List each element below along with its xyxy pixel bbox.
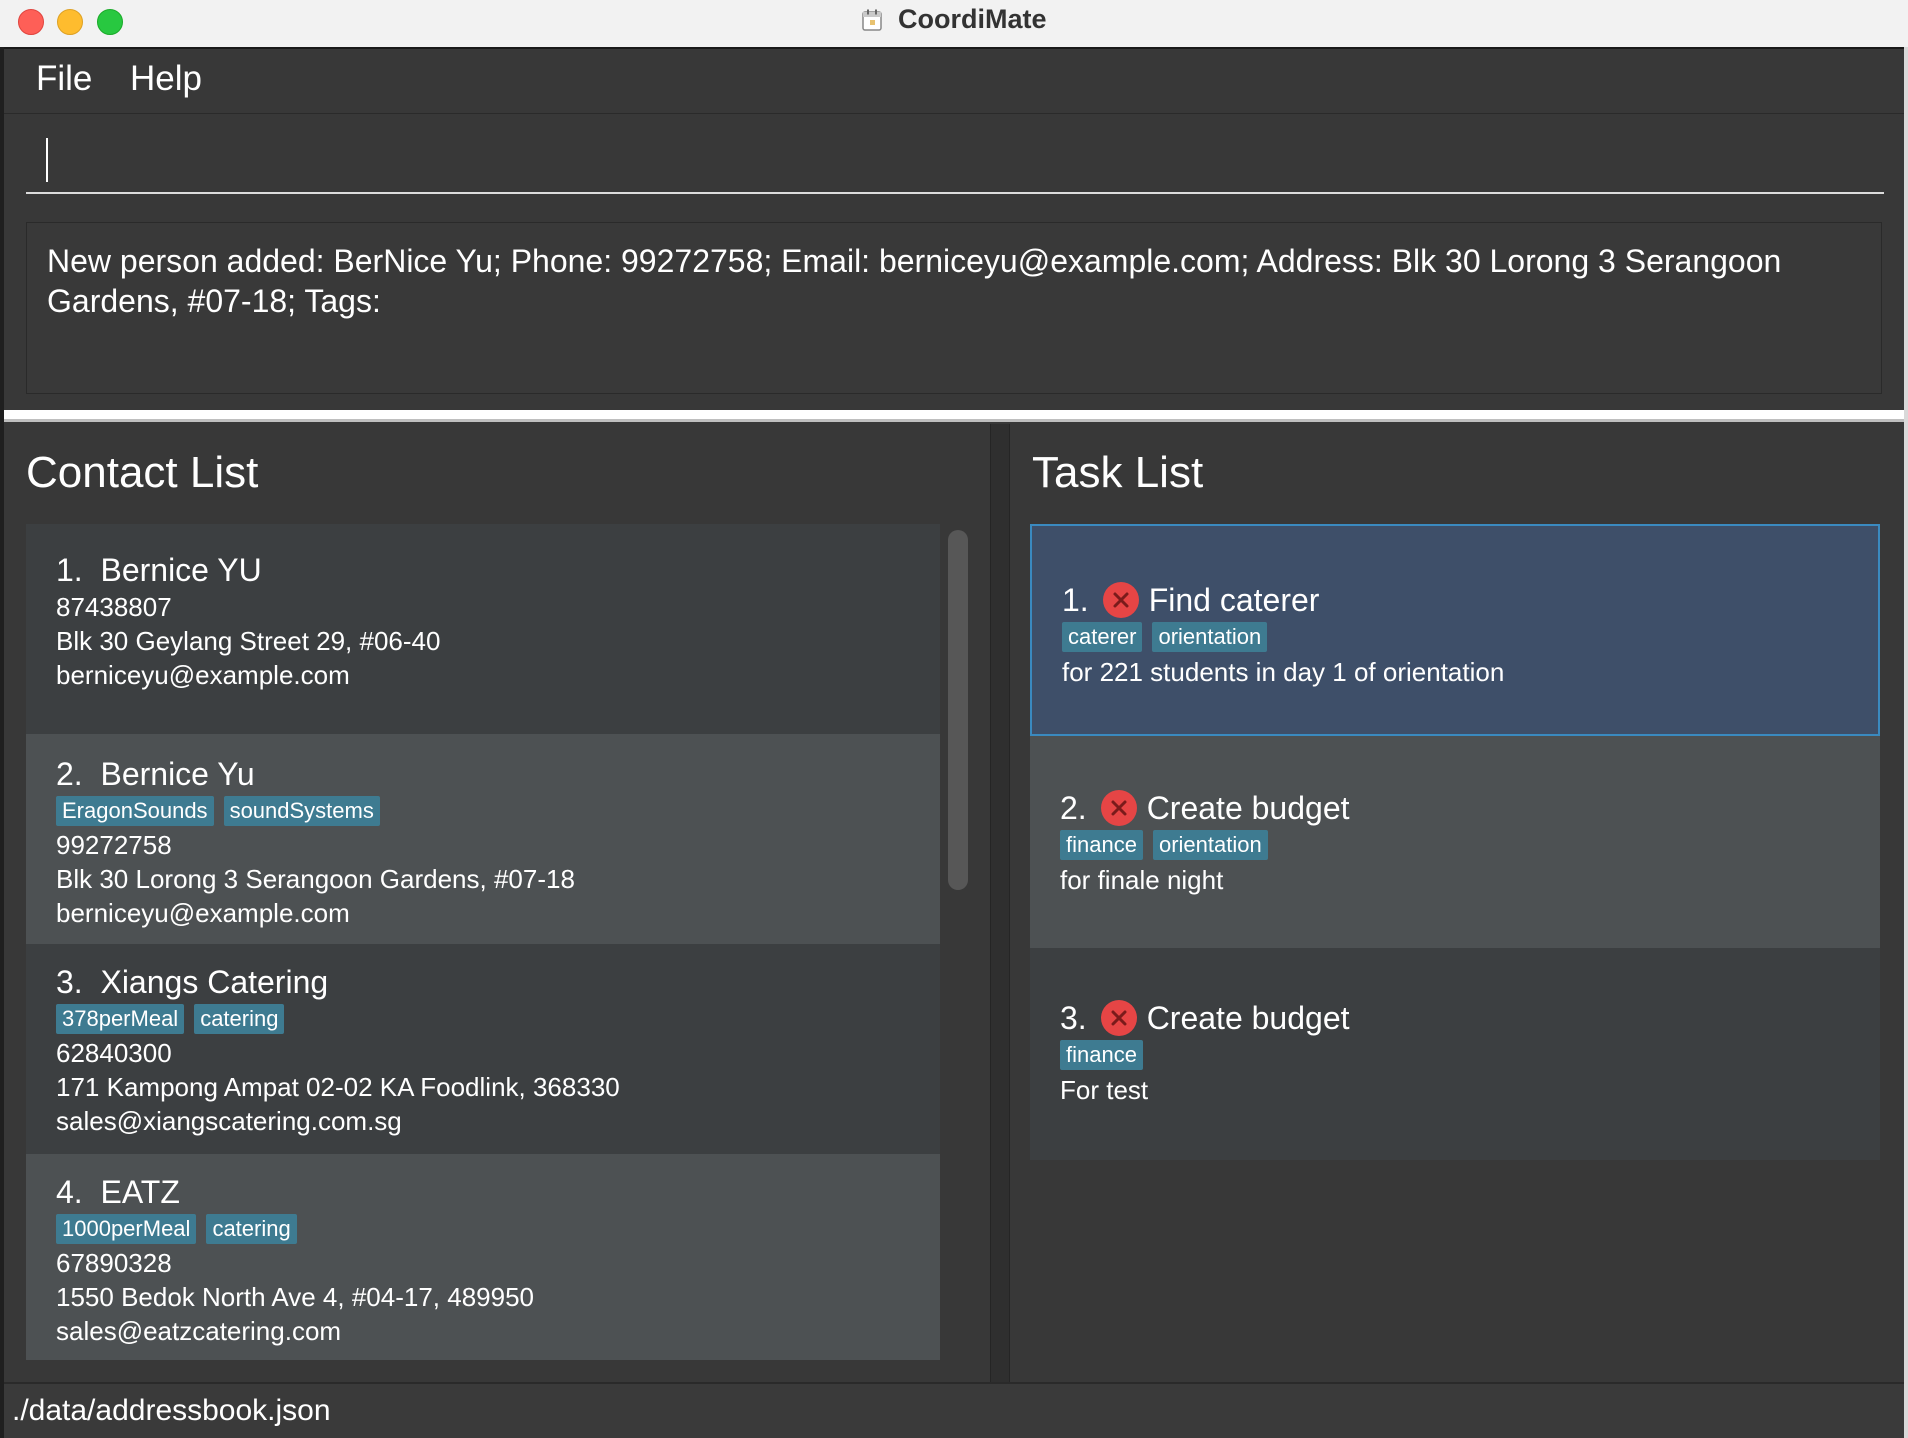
- contact-card[interactable]: 2. Bernice Yu EragonSounds soundSystems 9…: [26, 734, 940, 944]
- contact-phone: 99272758: [56, 830, 172, 860]
- status-bar: ./data/addressbook.json: [4, 1382, 1904, 1438]
- contact-card[interactable]: 1. Bernice YU 87438807 Blk 30 Geylang St…: [26, 524, 940, 734]
- task-index: 1.: [1062, 582, 1089, 618]
- command-input[interactable]: [26, 134, 1884, 194]
- task-tag: orientation: [1152, 622, 1268, 653]
- contact-name: Bernice Yu: [100, 756, 255, 792]
- contact-list[interactable]: 1. Bernice YU 87438807 Blk 30 Geylang St…: [26, 524, 940, 1360]
- contact-index: 2.: [56, 756, 83, 792]
- contact-tag: 1000perMeal: [56, 1213, 197, 1244]
- task-note: For test: [1060, 1074, 1149, 1105]
- task-list-panel: Task List 1. Find caterer caterer orientat…: [1010, 424, 1904, 1382]
- command-box: [4, 114, 1904, 210]
- result-display-area: New person added: BerNice Yu; Phone: 992…: [4, 210, 1904, 410]
- task-title-line: 3. Create budget: [1060, 998, 1850, 1039]
- contact-email: berniceyu@example.com: [56, 660, 350, 690]
- task-index: 3.: [1060, 1000, 1087, 1036]
- contact-email: berniceyu@example.com: [56, 898, 350, 928]
- task-tag: finance: [1060, 830, 1143, 861]
- contact-tag: EragonSounds: [56, 795, 214, 826]
- contact-list-scrollbar[interactable]: [948, 530, 968, 890]
- task-tag: orientation: [1152, 830, 1268, 861]
- task-list-title: Task List: [1032, 448, 1204, 497]
- task-tag: finance: [1060, 1040, 1143, 1071]
- contact-index: 1.: [56, 552, 83, 588]
- not-done-x-icon: [1100, 999, 1137, 1036]
- contact-address: 1550 Bedok North Ave 4, #04-17, 489950: [56, 1282, 535, 1312]
- task-tags: caterer orientation: [1062, 621, 1848, 655]
- contact-phone: 67890328: [56, 1248, 172, 1278]
- title-bar: CoordiMate: [0, 0, 1908, 49]
- task-note: for finale night: [1060, 864, 1224, 895]
- task-title: Create budget: [1146, 1000, 1350, 1036]
- contact-card[interactable]: 3. Xiangs Catering 378perMeal catering 62…: [26, 944, 940, 1154]
- contact-name: EATZ: [100, 1174, 180, 1210]
- contact-index: 3.: [56, 964, 83, 1000]
- task-title: Create budget: [1146, 790, 1350, 826]
- contact-tag: catering: [206, 1213, 297, 1244]
- text-caret: [46, 138, 48, 182]
- menu-help[interactable]: Help: [130, 59, 202, 99]
- contact-name: Bernice YU: [100, 552, 262, 588]
- menu-file[interactable]: File: [36, 59, 92, 99]
- contact-phone: 62840300: [56, 1038, 172, 1068]
- contact-tag: 378perMeal: [56, 1003, 185, 1034]
- contact-tag: soundSystems: [223, 795, 380, 826]
- task-note: for 221 students in day 1 of orientation: [1062, 656, 1505, 687]
- contact-tags: 378perMeal catering: [56, 1002, 910, 1036]
- task-card[interactable]: 1. Find caterer caterer orientation for 22…: [1030, 524, 1880, 736]
- contact-index: 4.: [56, 1174, 83, 1210]
- task-card[interactable]: 3. Create budget finance For test: [1030, 948, 1880, 1160]
- contact-name-line: 4. EATZ: [56, 1172, 910, 1212]
- task-index: 2.: [1060, 790, 1087, 826]
- task-title: Find caterer: [1148, 582, 1320, 618]
- task-card[interactable]: 2. Create budget finance orientation for f…: [1030, 736, 1880, 948]
- split-pane-divider[interactable]: [990, 424, 1010, 1382]
- contact-email: sales@eatzcatering.com: [56, 1316, 342, 1346]
- app-window: CoordiMate File Help New person added: B…: [0, 0, 1908, 1438]
- contact-email: sales@xiangscatering.com.sg: [56, 1106, 402, 1136]
- task-tags: finance: [1060, 1039, 1850, 1073]
- result-display: New person added: BerNice Yu; Phone: 992…: [26, 222, 1882, 394]
- contact-address: Blk 30 Geylang Street 29, #06-40: [56, 626, 441, 656]
- save-file-path: ./data/addressbook.json: [12, 1394, 331, 1427]
- not-done-x-icon: [1102, 581, 1139, 618]
- contact-tags: EragonSounds soundSystems: [56, 794, 910, 828]
- menu-bar: File Help: [4, 49, 1904, 114]
- window-title: CoordiMate: [897, 4, 1047, 34]
- window-right-edge: [1904, 47, 1908, 1438]
- contact-name: Xiangs Catering: [100, 964, 329, 1000]
- contact-address: 171 Kampong Ampat 02-02 KA Foodlink, 368…: [56, 1072, 620, 1102]
- contact-list-panel: Contact List 1. Bernice YU 87438807 Blk …: [4, 424, 990, 1382]
- task-tag: caterer: [1062, 622, 1143, 653]
- contact-name-line: 2. Bernice Yu: [56, 754, 910, 794]
- contact-address: Blk 30 Lorong 3 Serangoon Gardens, #07-1…: [56, 864, 575, 894]
- task-tags: finance orientation: [1060, 829, 1850, 863]
- contact-card[interactable]: 4. EATZ 1000perMeal catering 67890328 155…: [26, 1154, 940, 1360]
- contact-name-line: 3. Xiangs Catering: [56, 962, 910, 1002]
- horizontal-divider[interactable]: [4, 410, 1904, 422]
- contact-name-line: 1. Bernice YU: [56, 550, 910, 590]
- task-list[interactable]: 1. Find caterer caterer orientation for 22…: [1030, 524, 1880, 1160]
- contact-tags: 1000perMeal catering: [56, 1212, 910, 1246]
- task-title-line: 1. Find caterer: [1062, 580, 1848, 621]
- contact-tag: catering: [194, 1003, 285, 1034]
- not-done-x-icon: [1100, 789, 1137, 826]
- contact-phone: 87438807: [56, 592, 172, 622]
- contact-list-title: Contact List: [26, 448, 259, 497]
- calendar-icon: [861, 9, 882, 31]
- task-title-line: 2. Create budget: [1060, 788, 1850, 829]
- window-title-group: CoordiMate: [0, 4, 1908, 35]
